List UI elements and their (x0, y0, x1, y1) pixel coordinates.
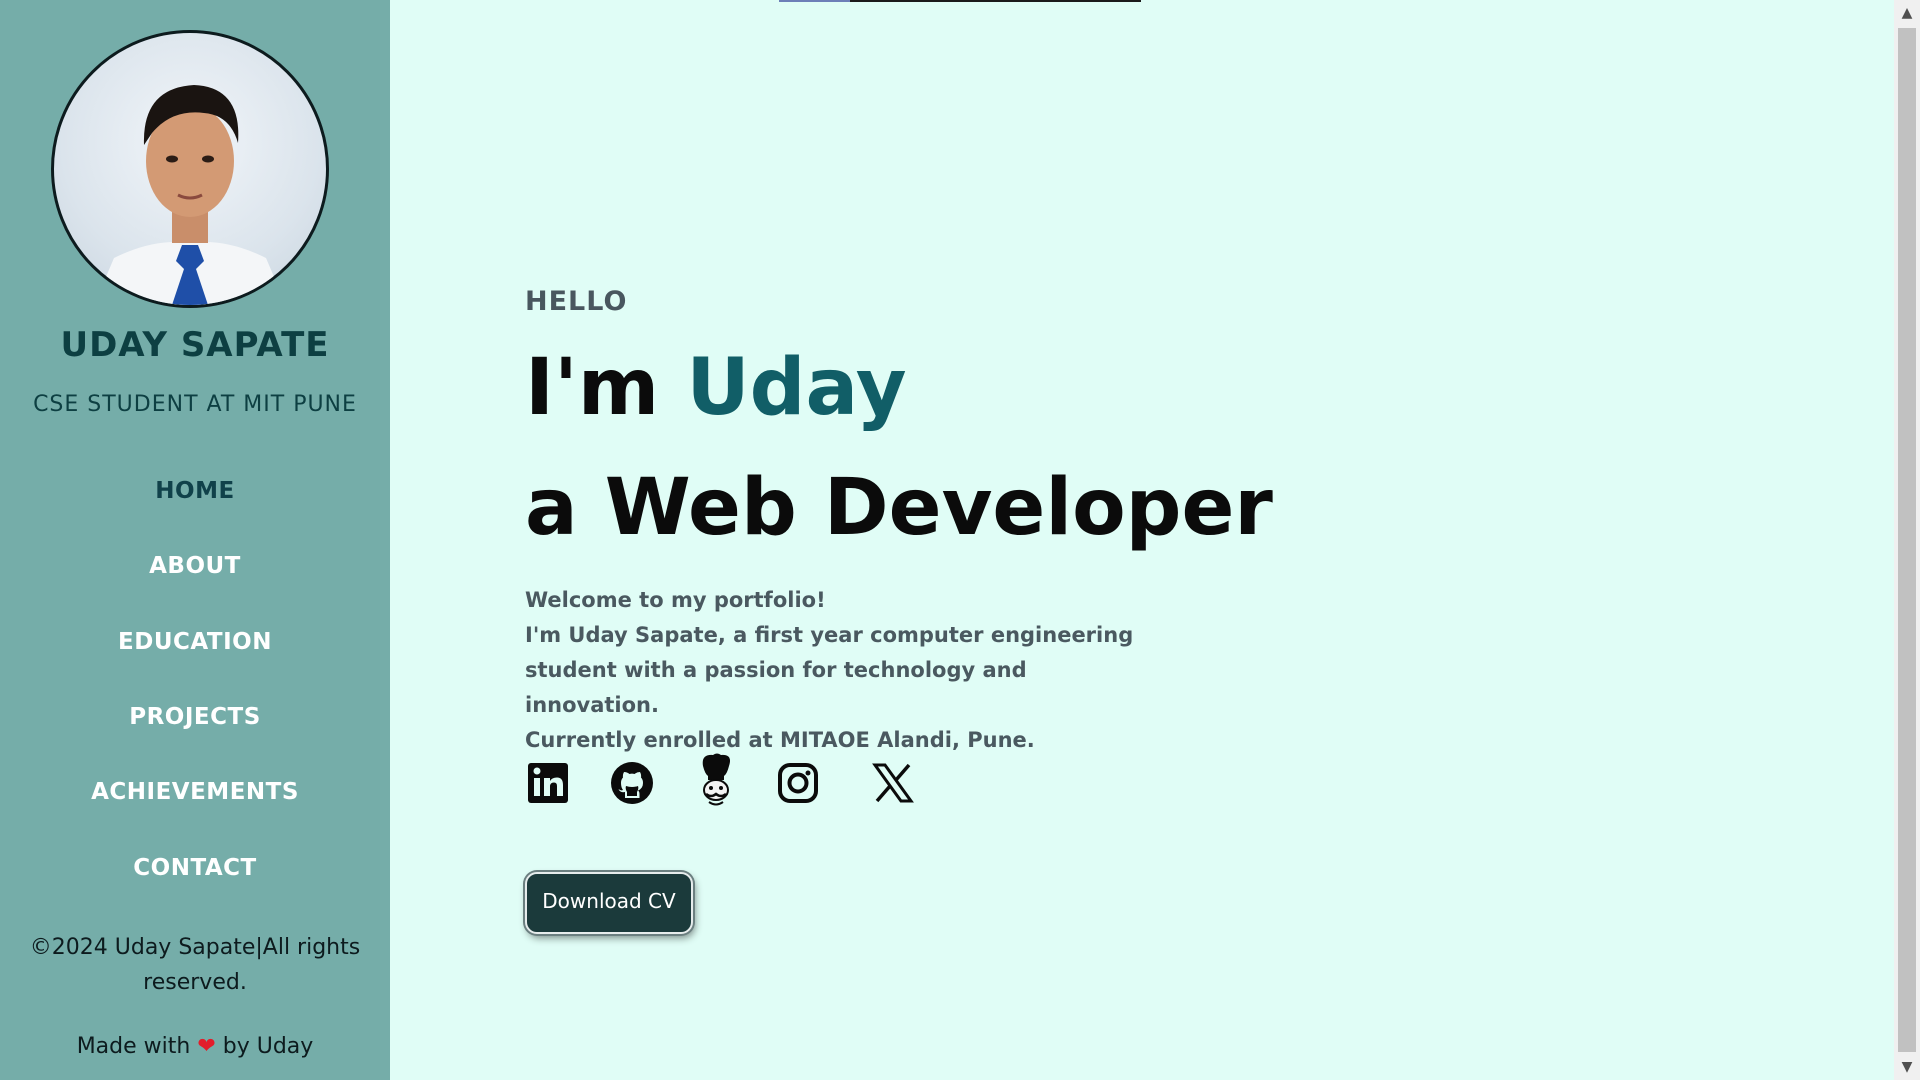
nav-contact[interactable]: CONTACT (0, 855, 390, 881)
made-with-footer: Made with ❤ by Uday (0, 1034, 390, 1059)
codechef-icon[interactable] (693, 752, 739, 808)
scroll-progress-track (850, 0, 1141, 2)
copyright-text: ©2024 Uday Sapate|All rights reserved. (29, 935, 361, 995)
hero-prefix: I'm (525, 343, 660, 433)
intro-line-3: Currently enrolled at MITAOE Alandi, Pun… (525, 728, 1035, 752)
scrollbar-thumb[interactable] (1898, 28, 1916, 1052)
hero-greeting: HELLO (525, 286, 628, 317)
sidebar: UDAY SAPATE CSE STUDENT AT MIT PUNE HOME… (0, 0, 390, 1080)
intro-line-2: I'm Uday Sapate, a first year computer e… (525, 623, 1134, 717)
hero-name: Uday (686, 343, 907, 433)
made-with-prefix: Made with (76, 1034, 191, 1059)
scroll-down-icon[interactable]: ▼ (1894, 1054, 1920, 1080)
nav-projects[interactable]: PROJECTS (0, 704, 390, 730)
hero-headline-line2: a Web Developer (525, 463, 1273, 553)
avatar (51, 30, 329, 308)
hero-headline: I'm Uday a Web Developer (525, 328, 1273, 568)
scroll-progress-fill (779, 0, 850, 2)
nav-about[interactable]: ABOUT (0, 553, 390, 579)
scroll-up-icon[interactable]: ▲ (1894, 0, 1920, 26)
nav-home[interactable]: HOME (0, 478, 390, 504)
nav-achievements[interactable]: ACHIEVEMENTS (0, 779, 390, 805)
x-icon[interactable] (870, 760, 916, 806)
nav-education[interactable]: EDUCATION (0, 629, 390, 655)
intro-line-1: Welcome to my portfolio! (525, 588, 826, 612)
profile-photo (94, 85, 286, 305)
hero-headline-line1: I'm Uday (525, 328, 1273, 448)
vertical-scrollbar[interactable]: ▲ ▼ (1894, 0, 1920, 1080)
profile-name: UDAY SAPATE (60, 325, 330, 365)
github-icon[interactable] (609, 760, 655, 806)
profile-role: CSE STUDENT AT MIT PUNE (33, 392, 357, 417)
instagram-icon[interactable] (775, 760, 821, 806)
download-cv-button[interactable]: Download CV (525, 872, 693, 934)
heart-icon: ❤ (197, 1034, 216, 1059)
hero-intro: Welcome to my portfolio! I'm Uday Sapate… (525, 583, 1165, 758)
made-with-suffix: by Uday (222, 1034, 314, 1059)
linkedin-icon[interactable] (525, 760, 571, 806)
